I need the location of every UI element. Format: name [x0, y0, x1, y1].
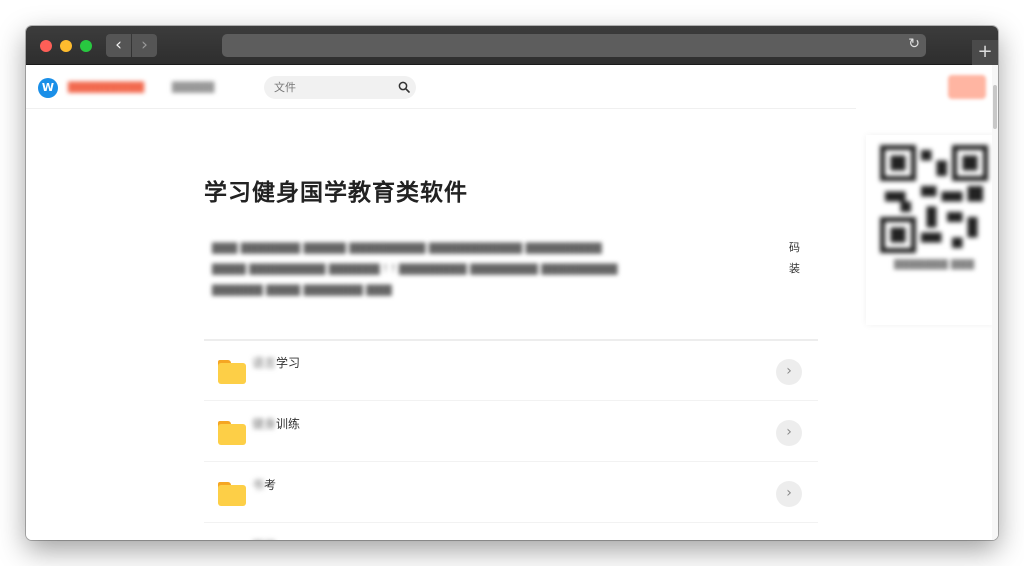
folder-label: 国学 — [252, 537, 276, 540]
header-action-button[interactable] — [948, 75, 986, 99]
reload-icon[interactable]: ↻ — [908, 36, 920, 52]
chevron-right-icon[interactable]: › — [776, 359, 802, 385]
folder-row[interactable]: 健身训练 › — [204, 402, 818, 462]
search-input[interactable] — [264, 76, 384, 99]
back-button[interactable]: ‹ — [106, 34, 131, 57]
page-title: 学习健身国学教育类软件 — [204, 180, 468, 206]
site-header: W ▇▇▇▇▇▇▇▇▇ ▇▇▇▇▇ — [26, 65, 856, 109]
chevron-left-icon: ‹ — [115, 35, 122, 55]
address-bar[interactable]: ↻ — [222, 34, 926, 57]
folder-row[interactable]: 书考 › — [204, 463, 818, 523]
scrollbar-thumb[interactable] — [993, 85, 997, 129]
site-logo[interactable]: W — [38, 78, 58, 98]
site-brand[interactable]: ▇▇▇▇▇▇▇▇▇ — [68, 80, 144, 93]
description-end-char: 码 — [789, 241, 800, 254]
folder-label: 语言学习 — [252, 356, 301, 370]
chevron-right-icon: › — [141, 35, 148, 55]
forward-button[interactable]: › — [132, 34, 157, 57]
folder-icon — [218, 421, 246, 445]
close-window-button[interactable] — [40, 40, 52, 52]
browser-window: ‹ › ↻ + W ▇▇▇▇▇▇▇▇▇ ▇▇▇▇▇ 学习健身国学 — [26, 26, 998, 540]
plus-icon: + — [977, 41, 993, 62]
description-end-char: 装 — [789, 262, 800, 275]
new-tab-button[interactable]: + — [972, 40, 998, 65]
folder-row[interactable]: 语言学习 › — [204, 341, 818, 401]
title-bar: ‹ › ↻ + — [26, 26, 998, 65]
folder-icon — [218, 360, 246, 384]
chevron-right-icon[interactable]: › — [776, 481, 802, 507]
chevron-right-icon[interactable]: › — [776, 420, 802, 446]
page-description: ▇▇▇ ▇▇▇▇▇▇▇ ▇▇▇▇▇ ▇▇▇▇▇▇▇▇▇ ▇▇▇▇▇▇▇▇▇▇▇ … — [212, 237, 800, 300]
qr-code — [880, 145, 988, 253]
folder-row[interactable]: 国学 › — [204, 524, 818, 540]
search-box — [264, 76, 416, 99]
scrollbar[interactable] — [992, 65, 998, 540]
qr-panel: ▇▇▇▇▇▇▇ ▇▇▇ — [866, 135, 996, 325]
web-page: W ▇▇▇▇▇▇▇▇▇ ▇▇▇▇▇ 学习健身国学教育类软件 ▇▇▇ ▇▇▇▇▇▇… — [26, 65, 998, 540]
minimize-window-button[interactable] — [60, 40, 72, 52]
folder-icon — [218, 482, 246, 506]
folder-label: 健身训练 — [252, 417, 301, 431]
qr-caption: ▇▇▇▇▇▇▇ ▇▇▇ — [893, 259, 975, 270]
zoom-window-button[interactable] — [80, 40, 92, 52]
folder-label: 书考 — [252, 478, 277, 492]
site-subtitle: ▇▇▇▇▇ — [172, 80, 215, 93]
search-icon[interactable] — [398, 81, 410, 93]
